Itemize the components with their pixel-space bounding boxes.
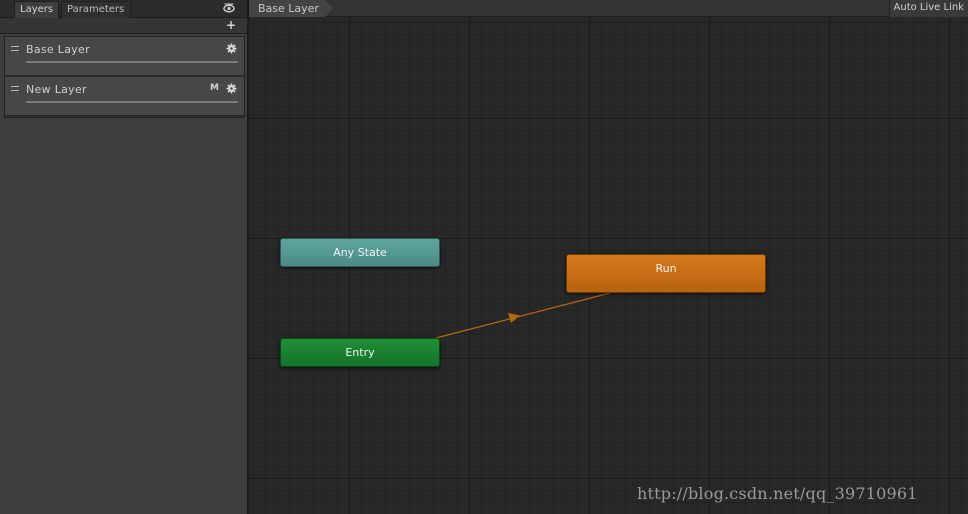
layers-toolbar: + xyxy=(0,18,247,34)
gear-icon[interactable] xyxy=(226,83,237,94)
state-node-run[interactable]: Run xyxy=(566,254,766,293)
layer-weight-slider[interactable] xyxy=(26,101,238,103)
auto-live-link-button[interactable]: Auto Live Link xyxy=(888,0,968,17)
breadcrumb[interactable]: Base Layer xyxy=(249,0,333,17)
add-layer-button[interactable]: + xyxy=(225,18,237,33)
mask-badge: M xyxy=(210,83,219,93)
layer-item-base-layer[interactable]: Base Layer xyxy=(5,37,244,76)
tab-layers[interactable]: Layers xyxy=(14,1,59,18)
panel-tab-bar: Layers Parameters xyxy=(0,0,247,18)
layer-item-new-layer[interactable]: New Layer M xyxy=(5,77,244,116)
tab-parameters[interactable]: Parameters xyxy=(61,1,131,18)
drag-handle-icon[interactable] xyxy=(11,86,19,91)
watermark: http://blog.csdn.net/qq_39710961 xyxy=(637,484,918,503)
drag-handle-icon[interactable] xyxy=(11,46,19,51)
graph-header: Base Layer Auto Live Link xyxy=(249,0,968,17)
layers-panel: Layers Parameters + Base Layer New Layer… xyxy=(0,0,247,514)
gear-icon[interactable] xyxy=(226,43,237,54)
layer-name: New Layer xyxy=(26,83,87,96)
eye-icon[interactable] xyxy=(223,3,235,14)
layer-name: Base Layer xyxy=(26,43,90,56)
layer-list: Base Layer New Layer M xyxy=(4,36,245,118)
state-node-any-state[interactable]: Any State xyxy=(280,238,440,267)
state-node-entry[interactable]: Entry xyxy=(280,338,440,367)
layer-weight-slider[interactable] xyxy=(26,61,238,63)
